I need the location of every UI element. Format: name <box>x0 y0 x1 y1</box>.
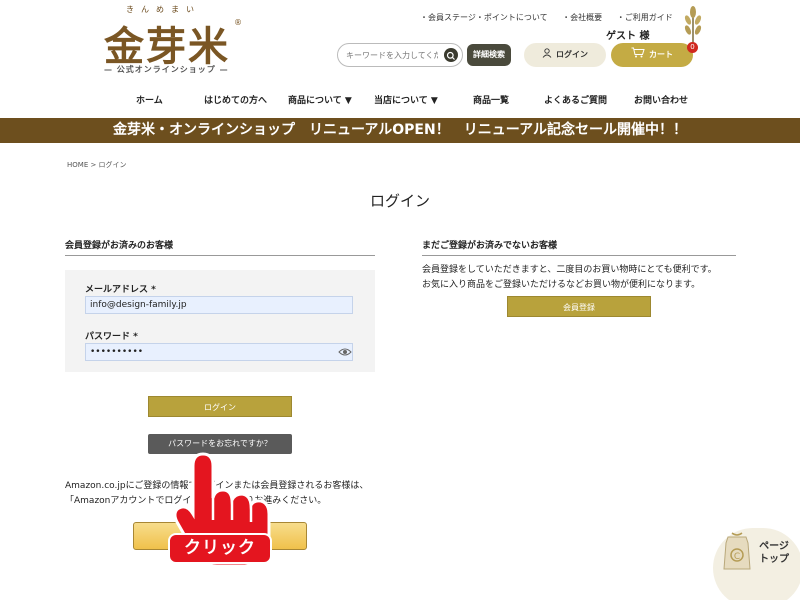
top-link-guide[interactable]: ・ご利用ガイド <box>617 13 673 22</box>
click-callout-label: クリック <box>168 533 272 564</box>
nav-faq[interactable]: よくあるご質問 <box>544 93 607 106</box>
page-top-label-line-1: ページ <box>759 541 789 552</box>
nav-product-list[interactable]: 商品一覧 <box>473 93 509 106</box>
member-section-heading: 会員登録がお済みのお客様 <box>65 238 375 256</box>
guest-section-heading: まだご登録がお済みでないお客様 <box>422 238 736 256</box>
search-icon <box>446 51 455 60</box>
top-links: ・会員ステージ・ポイントについて ・会社概要 ・ご利用ガイド <box>420 12 685 23</box>
header-login-label: ログイン <box>556 50 588 59</box>
nav-about-shop[interactable]: 当店について ▼ <box>374 93 438 106</box>
cart-icon <box>631 47 645 58</box>
search-box <box>337 43 463 67</box>
cart-count-badge: 0 <box>687 42 698 53</box>
search-button[interactable] <box>444 48 458 62</box>
page-title: ログイン <box>369 192 430 210</box>
logo-subtitle: — 公式オンラインショップ — <box>104 65 229 74</box>
register-button[interactable]: 会員登録 <box>507 296 651 317</box>
show-password-eye-icon[interactable] <box>338 345 352 359</box>
password-label: パスワード * <box>85 332 138 342</box>
register-description: 会員登録をしていただきますと、二度目のお買い物時にとても便利です。 お気に入り商… <box>422 263 742 293</box>
nav-products[interactable]: 商品について ▼ <box>288 93 352 106</box>
header-login-button[interactable]: ログイン <box>524 43 606 67</box>
register-description-line-2: お気に入り商品をご登録いただけるなどお買い物が便利になります。 <box>422 280 701 290</box>
search-input[interactable] <box>346 48 438 62</box>
login-button[interactable]: ログイン <box>148 396 292 417</box>
email-field[interactable]: info@design-family.jp <box>85 296 353 314</box>
top-link-company[interactable]: ・会社概要 <box>562 13 602 22</box>
guest-label: ゲスト 様 <box>606 31 650 42</box>
top-link-member-stage[interactable]: ・会員ステージ・ポイントについて <box>420 13 548 22</box>
advanced-search-button[interactable]: 詳細検索 <box>467 44 511 66</box>
password-field[interactable]: •••••••••• <box>85 343 353 361</box>
site-logo[interactable]: きんめまい 金芽米 ® — 公式オンラインショップ — <box>104 4 244 74</box>
email-label: メールアドレス * <box>85 285 156 295</box>
cart-label: カート <box>649 50 673 59</box>
rice-bag-icon: C <box>723 532 751 570</box>
svg-text:C: C <box>734 552 740 562</box>
announcement-banner: 金芽米・オンラインショップ リニューアルOPEN！ リニューアル記念セール開催中… <box>0 118 800 143</box>
cart-button[interactable]: カート <box>611 43 693 67</box>
registered-mark: ® <box>234 18 242 27</box>
nav-first-time[interactable]: はじめての方へ <box>204 93 267 106</box>
user-icon <box>542 48 552 58</box>
page-top-label: ページ トップ <box>754 540 794 566</box>
register-description-line-1: 会員登録をしていただきますと、二度目のお買い物時にとても便利です。 <box>422 265 717 275</box>
nav-contact[interactable]: お問い合わせ <box>634 93 688 106</box>
breadcrumb: HOME > ログイン <box>67 161 127 169</box>
page-top-label-line-2: トップ <box>759 554 789 565</box>
main-nav: ホーム はじめての方へ 商品について ▼ 当店について ▼ 商品一覧 よくあるご… <box>100 93 720 107</box>
nav-home[interactable]: ホーム <box>136 93 163 106</box>
